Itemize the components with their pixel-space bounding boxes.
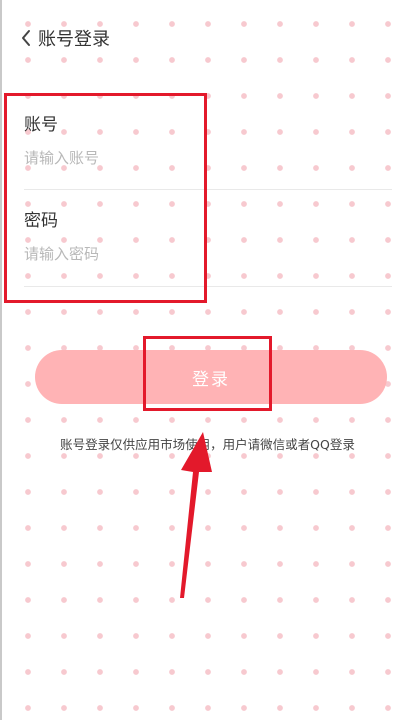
back-button[interactable]: 账号登录 xyxy=(20,20,110,56)
screen-edge xyxy=(0,0,2,720)
password-input[interactable] xyxy=(24,241,384,267)
login-button[interactable]: 登录 xyxy=(35,350,387,404)
field-divider xyxy=(24,189,392,190)
account-input[interactable] xyxy=(24,145,384,171)
login-notice: 账号登录仅供应用市场使用，用户请微信或者QQ登录 xyxy=(60,437,355,452)
password-label: 密码 xyxy=(24,211,58,231)
account-label: 账号 xyxy=(24,115,58,135)
header: 账号登录 xyxy=(0,20,415,56)
field-divider xyxy=(24,286,392,287)
account-field: 账号 xyxy=(24,110,392,171)
password-field: 密码 xyxy=(24,206,392,267)
annotation-arrow-shape xyxy=(180,432,212,598)
page-title: 账号登录 xyxy=(38,29,110,50)
chevron-left-icon xyxy=(20,28,32,48)
